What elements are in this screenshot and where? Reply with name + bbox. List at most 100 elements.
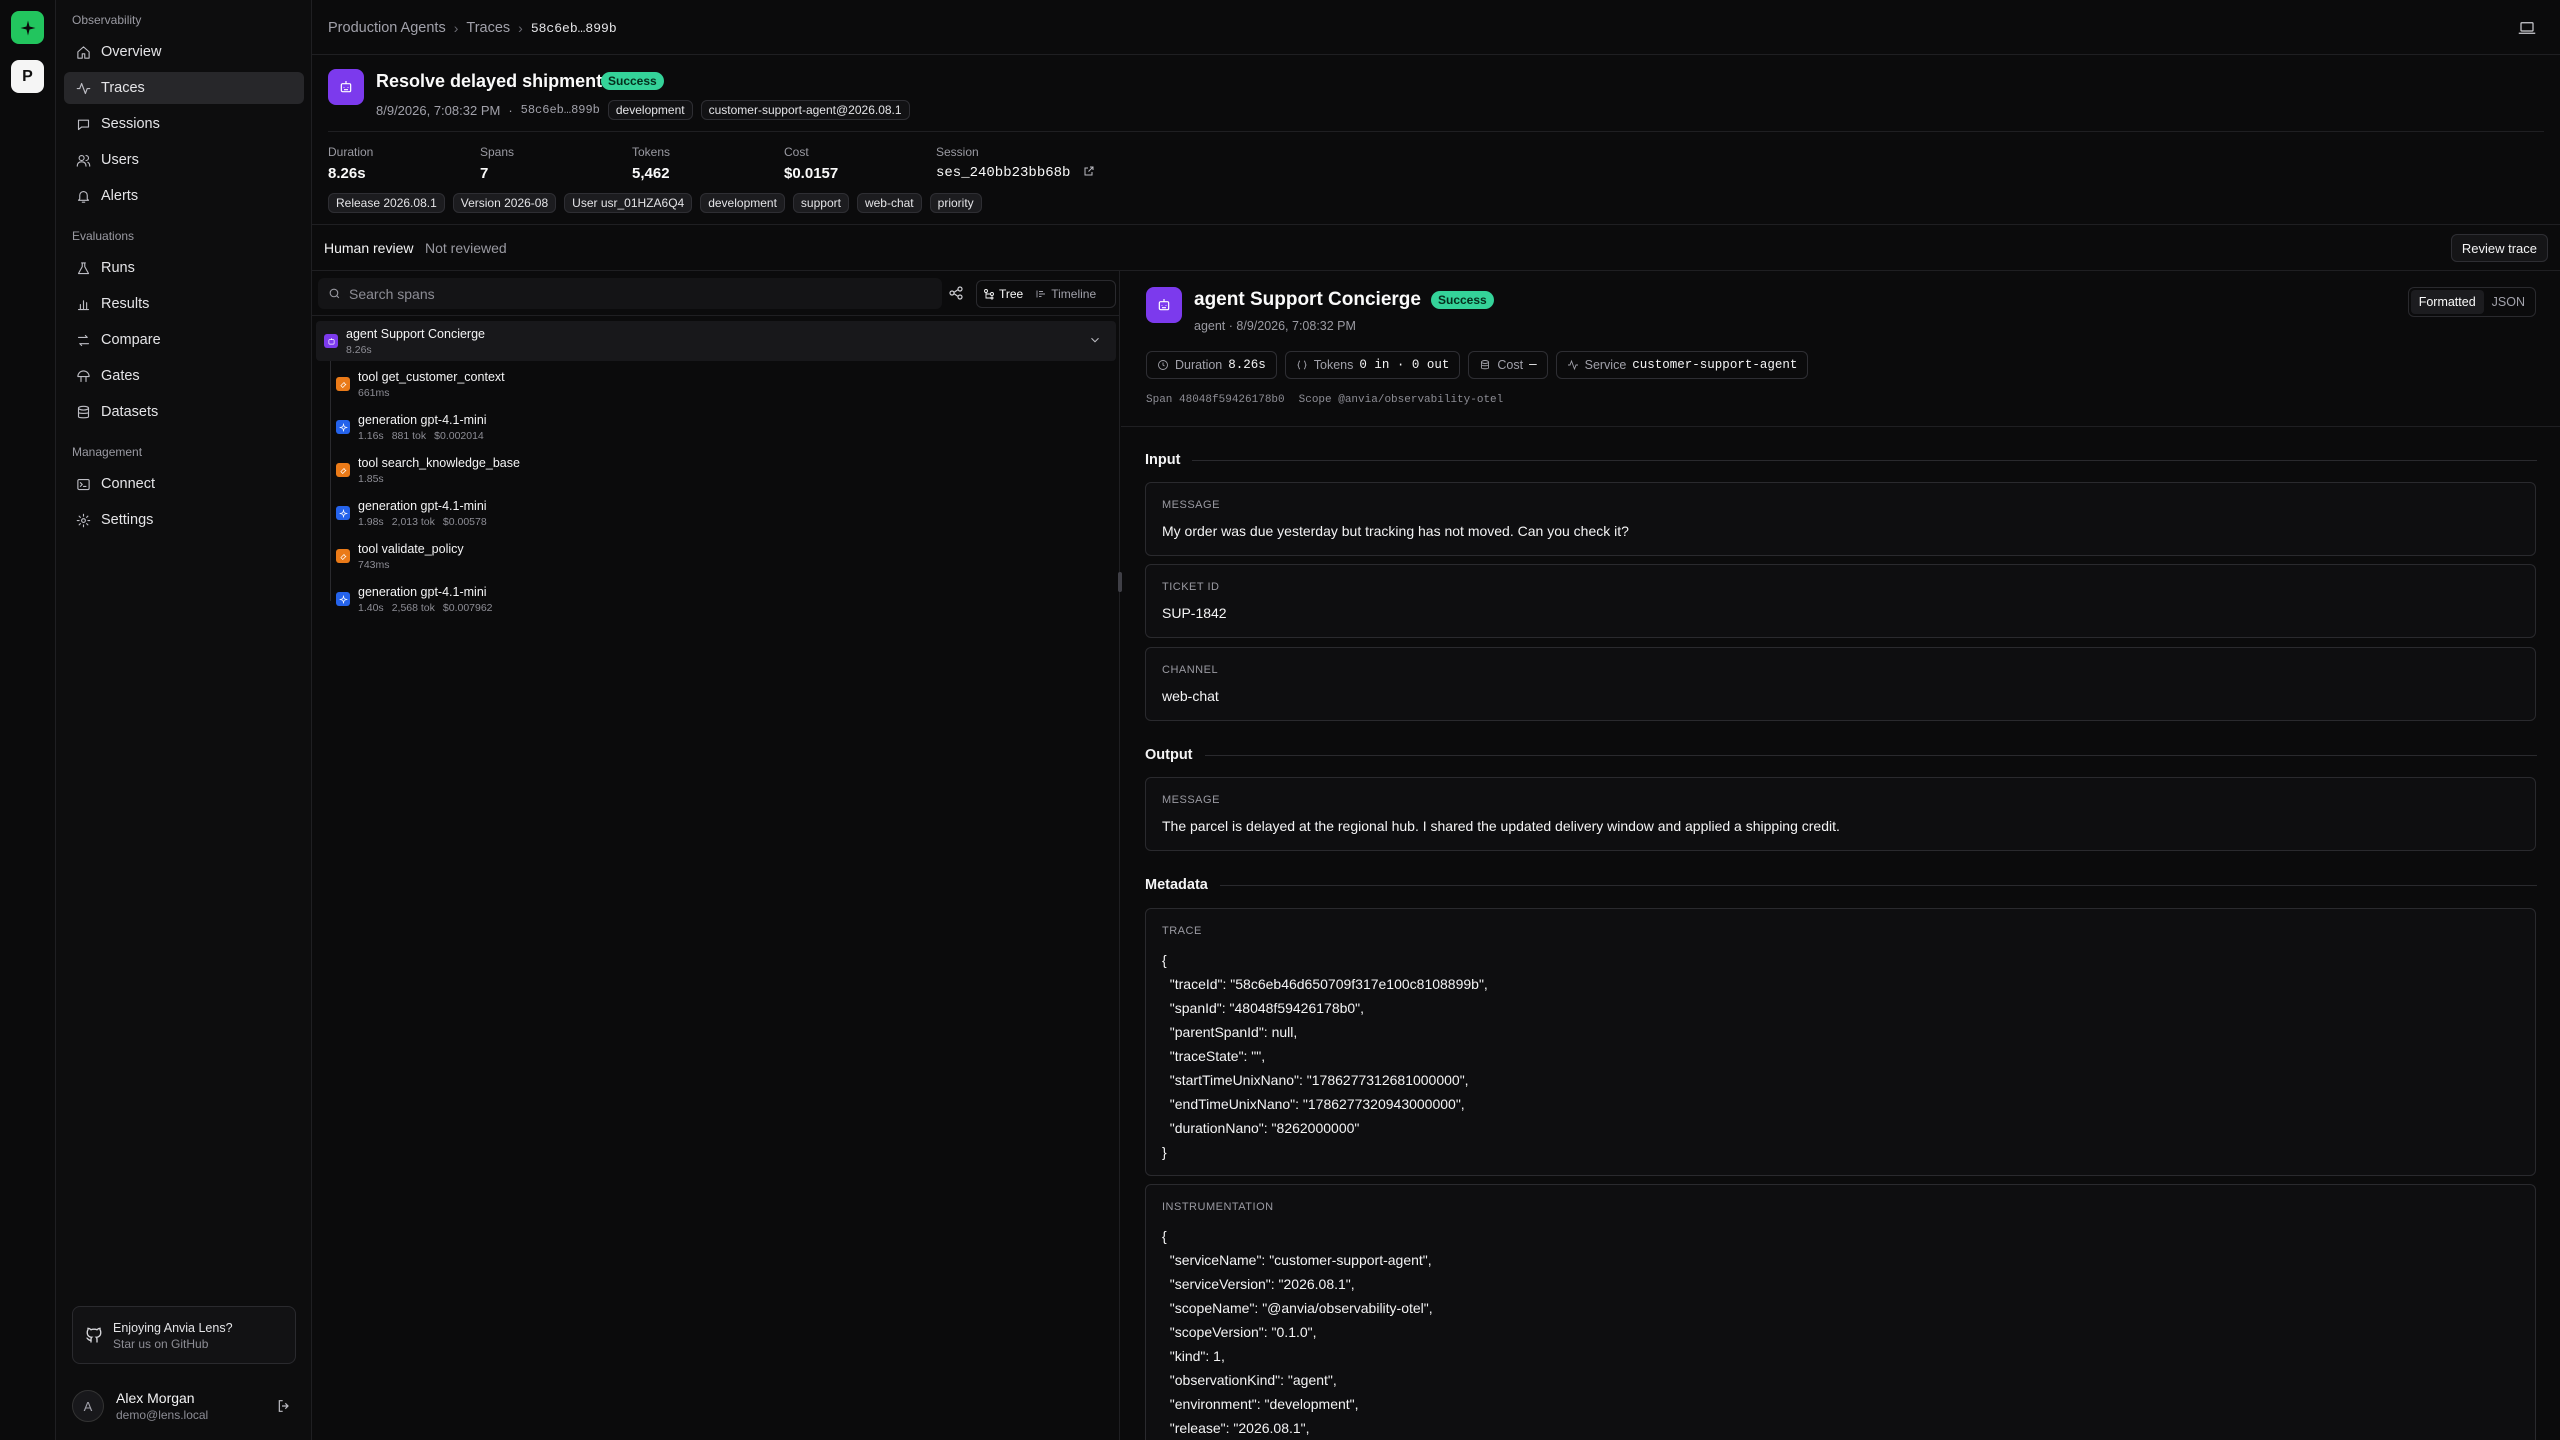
pill-value: 0 in · 0 out — [1359, 358, 1450, 372]
span-row[interactable]: tool get_customer_context 661ms — [336, 364, 1116, 404]
tab-formatted[interactable]: Formatted — [2410, 290, 2484, 314]
output-field-card: MESSAGE The parcel is delayed at the reg… — [1145, 777, 2536, 851]
human-review-label: Human review — [324, 240, 414, 256]
chevron-down-icon[interactable] — [1088, 333, 1102, 347]
sidebar-item-label: Compare — [101, 332, 161, 348]
review-state: Not reviewed — [425, 240, 507, 256]
tag-chip: Release 2026.08.1 — [328, 193, 445, 213]
agent-icon — [324, 334, 338, 348]
logout-icon[interactable] — [276, 1398, 292, 1414]
format-toggle: Formatted JSON — [2407, 287, 2536, 317]
sparkle-icon — [336, 420, 350, 434]
chevron-right-icon: › — [453, 20, 459, 36]
sidebar-item-settings[interactable]: Settings — [64, 504, 304, 536]
status-badge: Success — [601, 72, 664, 90]
agent-version-chip: customer-support-agent@2026.08.1 — [700, 100, 910, 120]
sidebar-item-alerts[interactable]: Alerts — [64, 180, 304, 212]
sidebar-item-overview[interactable]: Overview — [64, 36, 304, 68]
stat-value: 7 — [480, 165, 489, 182]
stat-tokens: Tokens 5,462 — [632, 145, 670, 182]
tree-icon — [984, 289, 994, 300]
breadcrumb-section[interactable]: Traces — [466, 20, 510, 36]
breadcrumb-root[interactable]: Production Agents — [328, 20, 446, 36]
activity-icon — [76, 82, 91, 94]
sidebar-item-runs[interactable]: Runs — [64, 252, 304, 284]
span-duration: 1.40s — [358, 602, 384, 614]
field-key: TRACE — [1162, 925, 1202, 937]
github-icon — [86, 1327, 102, 1343]
sidebar-item-label: Datasets — [101, 404, 159, 420]
field-key: CHANNEL — [1162, 664, 1219, 676]
trace-metadata-card: TRACE { "traceId": "58c6eb46d650709f317e… — [1145, 908, 2536, 1176]
span-row[interactable]: tool validate_policy 743ms — [336, 536, 1116, 576]
flask-icon — [77, 261, 90, 274]
breadcrumb: Production Agents › Traces › 58c6eb…899b — [328, 20, 617, 36]
session-link[interactable]: ses_240bb23bb68b — [936, 165, 1095, 181]
trace-short-id[interactable]: 58c6eb…899b — [521, 103, 600, 117]
search-icon — [329, 288, 340, 299]
workspace-switcher[interactable]: P — [11, 60, 44, 93]
span-meta: 1.85s — [358, 473, 384, 485]
span-detail-panel: agent Support Concierge Success agent · … — [1121, 271, 2560, 1440]
tab-json[interactable]: JSON — [2484, 290, 2533, 314]
tab-tree[interactable]: Tree — [977, 281, 1029, 307]
pill-value: — — [1529, 358, 1537, 372]
tab-label: Timeline — [1051, 287, 1097, 301]
sidebar-item-connect[interactable]: Connect — [64, 468, 304, 500]
instrumentation-json: { "serviceName": "customer-support-agent… — [1162, 1228, 1433, 1436]
user-name: Alex Morgan — [116, 1390, 195, 1406]
sidebar-item-label: Users — [101, 152, 139, 168]
span-cost: $0.007962 — [442, 602, 493, 614]
tree-connector — [330, 361, 331, 601]
section-label-evaluations: Evaluations — [72, 229, 135, 243]
tag-chip: User usr_01HZA6Q4 — [564, 193, 693, 213]
trace-json: { "traceId": "58c6eb46d650709f317e100c81… — [1162, 952, 1488, 1160]
span-ids: Span 48048f59426178b0 Scope @anvia/obser… — [1146, 394, 1503, 406]
span-meta: 661ms — [358, 387, 390, 399]
user-email: demo@lens.local — [116, 1408, 209, 1422]
app-logo-icon[interactable] — [11, 11, 44, 44]
sidebar-item-gates[interactable]: Gates — [64, 360, 304, 392]
span-row[interactable]: generation gpt-4.1-mini 1.16s 881 tok $0… — [336, 407, 1116, 447]
span-row[interactable]: tool search_knowledge_base 1.85s — [336, 450, 1116, 490]
sidebar-item-compare[interactable]: Compare — [64, 324, 304, 356]
sidebar-item-datasets[interactable]: Datasets — [64, 396, 304, 428]
input-heading: Input — [1145, 452, 2537, 468]
divider — [312, 224, 2560, 225]
metadata-heading: Metadata — [1145, 877, 2537, 893]
user-menu[interactable]: A Alex Morgan demo@lens.local — [72, 1388, 296, 1424]
span-row[interactable]: generation gpt-4.1-mini 1.98s 2,013 tok … — [336, 493, 1116, 533]
review-trace-button[interactable]: Review trace — [2450, 234, 2548, 262]
laptop-icon[interactable] — [2518, 20, 2536, 36]
sidebar-item-users[interactable]: Users — [64, 144, 304, 176]
sidebar-item-traces[interactable]: Traces — [64, 72, 304, 104]
divider — [1121, 426, 2560, 427]
input-field-card: CHANNEL web-chat — [1145, 647, 2536, 721]
instrumentation-metadata-card: INSTRUMENTATION { "serviceName": "custom… — [1145, 1184, 2536, 1440]
tag-chip: support — [792, 193, 849, 213]
span-row-root[interactable]: agent Support Concierge 8.26s — [316, 321, 1116, 361]
wrench-icon — [336, 549, 350, 563]
tag-chip: priority — [929, 193, 982, 213]
sidebar-item-sessions[interactable]: Sessions — [64, 108, 304, 140]
field-value: My order was due yesterday but tracking … — [1162, 523, 1629, 539]
span-duration: 8.26s — [346, 344, 372, 356]
span-tokens: 881 tok — [391, 430, 427, 442]
span-duration: 1.98s — [358, 516, 384, 528]
sidebar-item-results[interactable]: Results — [64, 288, 304, 320]
field-value: web-chat — [1162, 688, 1219, 704]
graph-view-icon[interactable] — [948, 285, 964, 301]
stat-value: 8.26s — [328, 165, 366, 182]
span-name: generation gpt-4.1-mini — [358, 585, 487, 599]
search-input[interactable] — [349, 285, 929, 302]
pill-label: Duration — [1175, 358, 1223, 372]
timeline-icon — [1036, 290, 1046, 298]
github-promo-card[interactable]: Enjoying Anvia Lens? Star us on GitHub — [72, 1306, 296, 1364]
span-row[interactable]: generation gpt-4.1-mini 1.40s 2,568 tok … — [336, 579, 1116, 619]
tab-timeline[interactable]: Timeline — [1029, 281, 1102, 307]
output-heading: Output — [1145, 747, 2537, 763]
span-title: agent Support Concierge — [1194, 289, 1421, 310]
session-id: ses_240bb23bb68b — [936, 165, 1071, 181]
section-title: Output — [1145, 747, 1193, 763]
field-key: TICKET ID — [1162, 581, 1220, 593]
